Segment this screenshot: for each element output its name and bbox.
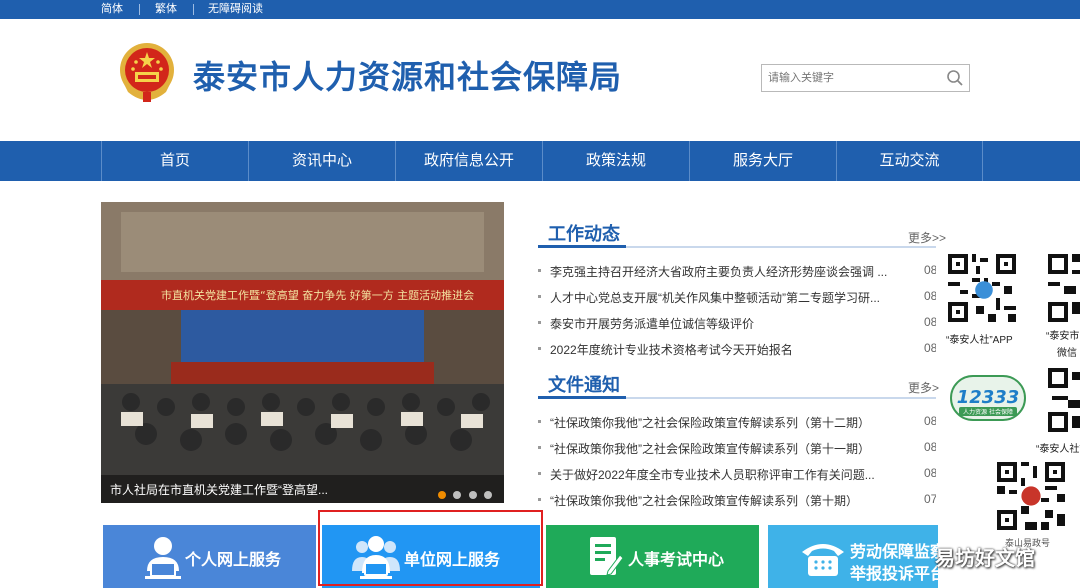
- app-qr-code[interactable]: [944, 250, 1020, 326]
- section-divider-accent: [538, 396, 626, 399]
- bullet-icon: [538, 498, 541, 501]
- news-item-title[interactable]: 人才中心党总支开展“机关作风集中整顿活动”第二专题学习研...: [550, 289, 902, 306]
- site-title: 泰安市人力资源和社会保障局: [193, 58, 623, 96]
- divider: [193, 4, 194, 15]
- work-news-more-link[interactable]: 更多>>: [908, 229, 946, 246]
- work-news-title[interactable]: 工作动态: [548, 220, 620, 246]
- wechat-qr-label-2: 微信: [1057, 348, 1077, 359]
- notice-item-title[interactable]: “社保政策你我他”之社会保险政策宣传解读系列（第十二期）: [550, 414, 902, 431]
- labor-inspection-report-button[interactable]: 劳动保障监察 举报投诉平台: [768, 525, 938, 588]
- personal-online-service-button[interactable]: 个人网上服务: [103, 525, 316, 588]
- news-item-title[interactable]: 李克强主持召开经济大省政府主要负责人经济形势座谈会强调 ...: [550, 263, 902, 280]
- slide-dot[interactable]: [484, 491, 492, 499]
- notice-item-date: 08: [924, 440, 936, 454]
- nav-policies[interactable]: 政策法规: [542, 141, 689, 181]
- bullet-icon: [538, 295, 541, 298]
- search-box: [761, 64, 970, 92]
- slide-caption[interactable]: 市人社局在市直机关党建工作暨“登高望...: [110, 481, 328, 498]
- notice-item-date: 08: [924, 466, 936, 480]
- app-qr-label: “泰安人社”APP: [946, 335, 1013, 346]
- news-item[interactable]: 李克强主持召开经济大省政府主要负责人经济形势座谈会强调 ... 08: [538, 262, 936, 282]
- news-item-date: 08: [924, 263, 936, 277]
- notice-item[interactable]: “社保政策你我他”之社会保险政策宣传解读系列（第十期） 07: [538, 491, 936, 511]
- exam-document-icon: [590, 537, 624, 576]
- nav-service-hall[interactable]: 服务大厅: [689, 141, 836, 181]
- third-qr-code[interactable]: [1044, 364, 1080, 436]
- divider: [139, 4, 140, 15]
- top-bar: 简体 繁体 无障碍阅读: [0, 0, 1080, 19]
- wechat-qr-code[interactable]: [1044, 250, 1080, 326]
- hotline-number: 12333: [957, 387, 1020, 408]
- nav-home[interactable]: 首页: [101, 141, 248, 181]
- section-divider-accent: [538, 245, 626, 248]
- slide-dot[interactable]: [437, 491, 446, 499]
- nav-news-center[interactable]: 资讯中心: [248, 141, 395, 181]
- service-label: 劳动保障监察: [850, 544, 938, 561]
- notice-item-title[interactable]: “社保政策你我他”之社会保险政策宣传解读系列（第十期）: [550, 492, 902, 509]
- national-emblem-icon: [120, 43, 174, 102]
- slide-dot[interactable]: [468, 491, 477, 499]
- hotline-slogan: 人力资源 社会保障: [963, 408, 1013, 416]
- personnel-exam-center-button[interactable]: 人事考试中心: [546, 525, 759, 588]
- hotline-12333-badge[interactable]: 12333 人力资源 社会保障: [949, 374, 1027, 422]
- notice-item[interactable]: “社保政策你我他”之社会保险政策宣传解读系列（第十二期） 08: [538, 413, 936, 433]
- news-item-date: 08: [924, 289, 936, 303]
- telephone-icon: [802, 544, 844, 576]
- notice-item-date: 08: [924, 414, 936, 428]
- watermark-text: 易坊好文馆: [935, 548, 1035, 570]
- notice-item-title[interactable]: 关于做好2022年度全市专业技术人员职称评审工作有关问题...: [550, 466, 902, 483]
- bullet-icon: [538, 420, 541, 423]
- file-notices-title[interactable]: 文件通知: [548, 371, 620, 397]
- bullet-icon: [538, 269, 541, 272]
- bullet-icon: [538, 321, 541, 324]
- news-item-title[interactable]: 泰安市开展劳务派遣单位诚信等级评价: [550, 315, 902, 332]
- news-item-date: 08: [924, 315, 936, 329]
- bullet-icon: [538, 472, 541, 475]
- person-computer-icon: [145, 537, 181, 579]
- selection-highlight-box: [318, 510, 543, 586]
- slide-dots: [435, 486, 492, 499]
- search-icon[interactable]: [946, 69, 964, 87]
- nav-interaction[interactable]: 互动交流: [836, 141, 983, 181]
- news-item[interactable]: 2022年度统计专业技术资格考试今天开始报名 08: [538, 340, 936, 360]
- nav-gov-info[interactable]: 政府信息公开: [395, 141, 542, 181]
- bullet-icon: [538, 446, 541, 449]
- traditional-chinese-link[interactable]: 繁体: [155, 2, 177, 16]
- simplified-chinese-link[interactable]: 简体: [101, 2, 123, 16]
- bullet-icon: [538, 347, 541, 350]
- slide-banner-text: 市直机关党建工作暨“登高望 奋力争先 好第一方 主题活动推进会: [161, 288, 474, 302]
- bottom-qr-code[interactable]: [992, 458, 1070, 534]
- search-input[interactable]: [768, 69, 938, 87]
- third-qr-label: “泰安人社”: [1036, 444, 1080, 455]
- notice-item[interactable]: 关于做好2022年度全市专业技术人员职称评审工作有关问题... 08: [538, 465, 936, 485]
- service-label: 个人网上服务: [185, 552, 282, 569]
- news-slideshow[interactable]: 市直机关党建工作暨“登高望 奋力争先 好第一方 主题活动推进会 市人社局在市直机…: [101, 202, 504, 503]
- file-notices-more-link[interactable]: 更多>: [908, 379, 939, 396]
- service-label-line2: 举报投诉平台: [850, 566, 938, 583]
- service-label: 人事考试中心: [628, 552, 725, 569]
- news-item[interactable]: 人才中心党总支开展“机关作风集中整顿活动”第二专题学习研... 08: [538, 288, 936, 308]
- notice-item[interactable]: “社保政策你我他”之社会保险政策宣传解读系列（第十一期） 08: [538, 439, 936, 459]
- accessible-reading-link[interactable]: 无障碍阅读: [208, 2, 263, 16]
- news-item[interactable]: 泰安市开展劳务派遣单位诚信等级评价 08: [538, 314, 936, 334]
- slide-photo: 市直机关党建工作暨“登高望 奋力争先 好第一方 主题活动推进会: [101, 202, 504, 503]
- notice-item-date: 07: [924, 492, 936, 506]
- wechat-qr-label: “泰安市: [1046, 331, 1080, 342]
- news-item-title[interactable]: 2022年度统计专业技术资格考试今天开始报名: [550, 341, 902, 358]
- news-item-date: 08: [924, 341, 936, 355]
- notice-item-title[interactable]: “社保政策你我他”之社会保险政策宣传解读系列（第十一期）: [550, 440, 902, 457]
- main-nav: 首页 资讯中心 政府信息公开 政策法规 服务大厅 互动交流: [0, 141, 1080, 181]
